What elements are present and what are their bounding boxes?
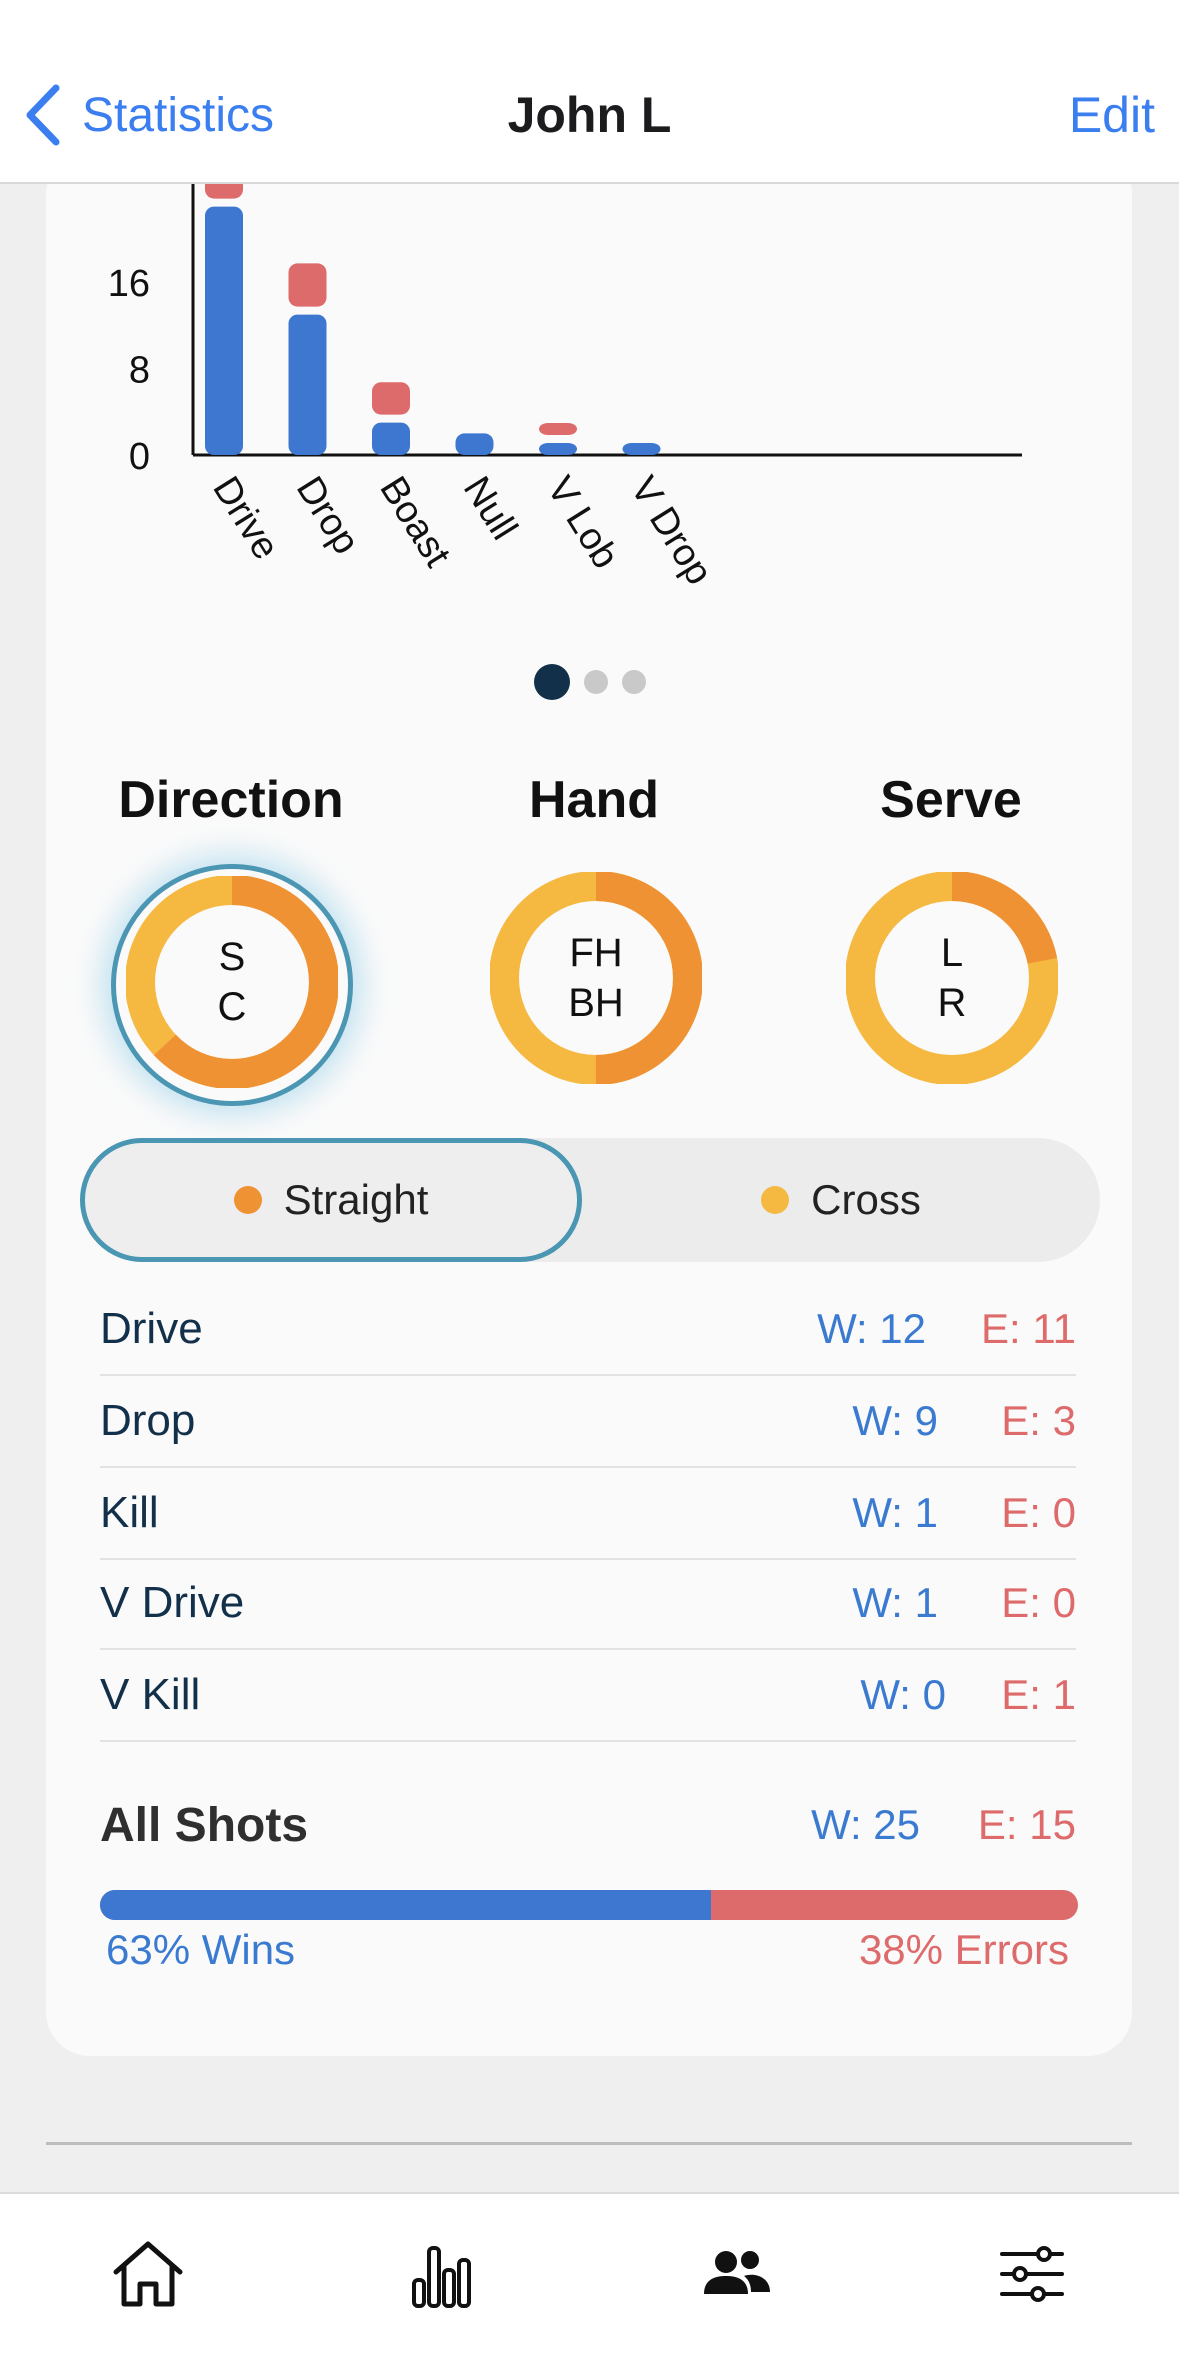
segment-straight[interactable]: Straight xyxy=(80,1138,582,1262)
navigation-bar: Statistics John L Edit xyxy=(0,0,1179,184)
serve-label-1: L xyxy=(940,931,964,975)
divider xyxy=(46,2142,1132,2145)
x-tick-label: Drop xyxy=(288,470,367,562)
tab-home[interactable] xyxy=(108,2234,188,2314)
direction-column: Direction xyxy=(81,770,381,830)
segment-cross[interactable]: Cross xyxy=(582,1138,1100,1262)
direction-segmented-control: Straight Cross xyxy=(80,1138,1100,1262)
hand-title: Hand xyxy=(529,771,659,829)
tab-players[interactable] xyxy=(696,2234,776,2314)
shot-name: V Kill xyxy=(100,1670,201,1719)
cross-label: Cross xyxy=(811,1176,921,1223)
page-indicator[interactable] xyxy=(0,664,1179,700)
direction-label-1: S xyxy=(218,935,246,979)
people-icon xyxy=(704,2251,770,2294)
shot-row-drive: Drive W: 12 E: 11 xyxy=(100,1284,1076,1376)
bar-errors xyxy=(539,423,577,435)
shot-row-v-drive: V Drive W: 1 E: 0 xyxy=(100,1558,1076,1650)
all-shots-label: All Shots xyxy=(100,1798,309,1852)
shot-wins: W: 9 xyxy=(852,1397,938,1444)
hand-column: Hand xyxy=(444,770,744,830)
win-error-bar xyxy=(100,1890,1078,1920)
shot-wins: W: 12 xyxy=(817,1305,926,1352)
shot-errors: E: 0 xyxy=(1001,1579,1076,1626)
sliders-icon xyxy=(1000,2246,1064,2302)
straight-label: Straight xyxy=(283,1176,429,1223)
error-percentage: 38% Errors xyxy=(858,1926,1069,1973)
page-dot-1[interactable] xyxy=(533,664,570,700)
shot-errors: E: 0 xyxy=(1001,1489,1076,1536)
page-dot-2[interactable] xyxy=(583,670,608,694)
x-tick-label: Null xyxy=(455,470,525,548)
tab-statistics[interactable] xyxy=(402,2234,482,2314)
straight-swatch xyxy=(233,1186,262,1214)
shot-name: Drive xyxy=(100,1304,203,1353)
home-icon xyxy=(113,2241,183,2307)
shot-errors: E: 1 xyxy=(1001,1671,1076,1718)
bar-wins xyxy=(455,433,494,455)
bar-errors xyxy=(288,263,327,307)
cross-swatch xyxy=(761,1186,790,1214)
serve-donut[interactable]: L R xyxy=(845,871,1059,1085)
shot-wins: W: 1 xyxy=(852,1489,938,1536)
page-dot-3[interactable] xyxy=(621,670,646,694)
all-shots-row: All Shots W: 25 E: 15 xyxy=(100,1790,1076,1860)
x-tick-label: V Drop xyxy=(622,470,720,593)
shot-errors: E: 3 xyxy=(1001,1397,1076,1444)
hand-label-2: BH xyxy=(568,981,624,1025)
win-portion xyxy=(100,1890,712,1920)
hand-donut[interactable]: FH BH xyxy=(489,871,703,1085)
bar-wins xyxy=(205,206,243,455)
serve-title: Serve xyxy=(880,771,1022,829)
page-title: John L xyxy=(507,87,672,143)
shot-row-kill: Kill W: 1 E: 0 xyxy=(100,1468,1076,1560)
win-percentage: 63% Wins xyxy=(106,1926,296,1973)
y-tick-label: 8 xyxy=(129,350,150,392)
x-tick-label: V Lob xyxy=(538,470,626,576)
serve-column: Serve xyxy=(801,770,1101,830)
shot-row-drop: Drop W: 9 E: 3 xyxy=(100,1376,1076,1468)
tab-settings[interactable] xyxy=(992,2234,1072,2314)
edit-button[interactable]: Edit xyxy=(1069,86,1155,144)
y-tick-label: 0 xyxy=(129,436,150,478)
bar-wins xyxy=(288,314,327,455)
direction-label-2: C xyxy=(217,985,247,1029)
bar-wins xyxy=(622,443,661,455)
bar-chart-icon xyxy=(412,2246,471,2308)
bar-errors xyxy=(372,382,410,415)
bar-wins xyxy=(372,422,410,455)
all-shots-wins: W: 25 xyxy=(811,1801,920,1848)
shot-row-v-kill: V Kill W: 0 E: 1 xyxy=(100,1650,1076,1742)
hand-label-1: FH xyxy=(569,931,623,975)
shot-name: V Drive xyxy=(100,1578,245,1627)
x-tick-label: Boast xyxy=(371,470,458,575)
shot-errors: E: 11 xyxy=(981,1305,1076,1352)
direction-title: Direction xyxy=(118,771,344,829)
x-tick-label: Drive xyxy=(204,470,287,567)
all-shots-errors: E: 15 xyxy=(977,1801,1076,1848)
shot-wins: W: 0 xyxy=(860,1671,946,1718)
shot-wins: W: 1 xyxy=(852,1579,938,1626)
serve-label-2: R xyxy=(937,981,967,1025)
y-tick-label: 16 xyxy=(108,263,150,305)
tab-bar xyxy=(0,2192,1179,2373)
shot-name: Kill xyxy=(100,1488,159,1537)
bar-wins xyxy=(539,443,577,455)
direction-donut[interactable]: S C xyxy=(125,875,339,1089)
shot-name: Drop xyxy=(100,1396,196,1445)
